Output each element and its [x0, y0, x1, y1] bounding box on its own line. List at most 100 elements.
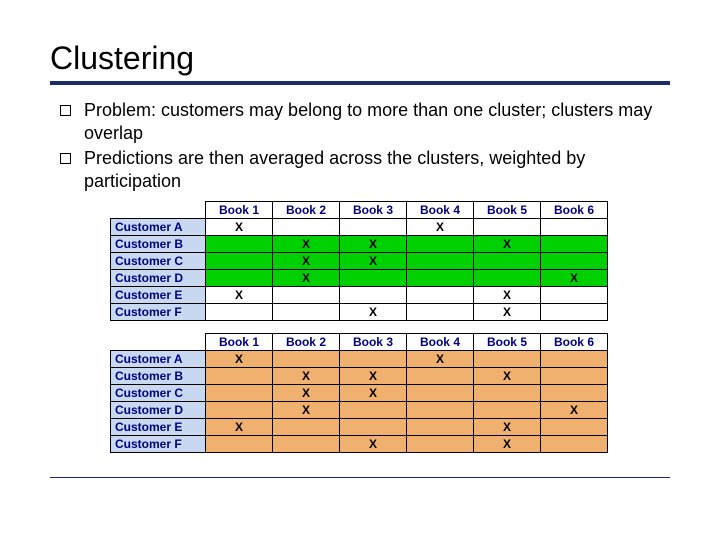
table-row: Customer A X X — [111, 219, 608, 236]
cell — [541, 287, 608, 304]
cell: X — [474, 304, 541, 321]
cell — [474, 270, 541, 287]
cell: X — [273, 368, 340, 385]
cell — [474, 402, 541, 419]
table-row: Customer D X X — [111, 402, 608, 419]
cell — [206, 253, 273, 270]
corner-blank — [111, 202, 206, 219]
cell — [541, 368, 608, 385]
bullet-item-2: Predictions are then averaged across the… — [50, 147, 670, 193]
cell — [541, 253, 608, 270]
col-head: Book 6 — [541, 334, 608, 351]
cell: X — [273, 385, 340, 402]
cell — [340, 287, 407, 304]
cell — [273, 219, 340, 236]
cell — [541, 304, 608, 321]
row-head: Customer D — [111, 402, 206, 419]
cell: X — [273, 402, 340, 419]
cell: X — [541, 270, 608, 287]
cell — [206, 304, 273, 321]
cell — [474, 219, 541, 236]
table-row: Customer A X X — [111, 351, 608, 368]
cluster-table-1: Book 1 Book 2 Book 3 Book 4 Book 5 Book … — [110, 201, 608, 321]
cell: X — [474, 419, 541, 436]
cell — [206, 385, 273, 402]
cell: X — [407, 219, 474, 236]
cell: X — [273, 253, 340, 270]
row-head: Customer E — [111, 287, 206, 304]
cell — [273, 287, 340, 304]
cell: X — [340, 385, 407, 402]
cell: X — [340, 436, 407, 453]
table-header-row: Book 1 Book 2 Book 3 Book 4 Book 5 Book … — [111, 202, 608, 219]
row-head: Customer F — [111, 304, 206, 321]
cell — [273, 419, 340, 436]
table-row: Customer B X X X — [111, 368, 608, 385]
cell: X — [273, 236, 340, 253]
col-head: Book 3 — [340, 334, 407, 351]
col-head: Book 1 — [206, 202, 273, 219]
cluster-table-2: Book 1 Book 2 Book 3 Book 4 Book 5 Book … — [110, 333, 608, 453]
col-head: Book 4 — [407, 202, 474, 219]
slide-title: Clustering — [50, 40, 670, 77]
cell — [541, 385, 608, 402]
cell — [474, 385, 541, 402]
cell — [407, 368, 474, 385]
cell — [407, 419, 474, 436]
cell — [407, 236, 474, 253]
row-head: Customer A — [111, 219, 206, 236]
cell — [407, 253, 474, 270]
table-row: Customer C X X — [111, 385, 608, 402]
row-head: Customer D — [111, 270, 206, 287]
cell: X — [340, 236, 407, 253]
cell: X — [206, 419, 273, 436]
col-head: Book 3 — [340, 202, 407, 219]
cell — [407, 287, 474, 304]
cell — [407, 304, 474, 321]
row-head: Customer C — [111, 253, 206, 270]
cell: X — [541, 402, 608, 419]
cell — [340, 219, 407, 236]
row-head: Customer F — [111, 436, 206, 453]
cell: X — [206, 287, 273, 304]
cell — [206, 368, 273, 385]
cell: X — [340, 368, 407, 385]
cell — [407, 385, 474, 402]
table-row: Customer D X X — [111, 270, 608, 287]
cell — [273, 436, 340, 453]
cell — [206, 436, 273, 453]
col-head: Book 5 — [474, 202, 541, 219]
corner-blank — [111, 334, 206, 351]
table-row: Customer B X X X — [111, 236, 608, 253]
table-header-row: Book 1 Book 2 Book 3 Book 4 Book 5 Book … — [111, 334, 608, 351]
cell — [340, 402, 407, 419]
cell: X — [407, 351, 474, 368]
cell — [407, 436, 474, 453]
cell: X — [474, 436, 541, 453]
cell — [273, 304, 340, 321]
row-head: Customer B — [111, 368, 206, 385]
cell: X — [340, 253, 407, 270]
cell: X — [206, 219, 273, 236]
table-row: Customer C X X — [111, 253, 608, 270]
row-head: Customer B — [111, 236, 206, 253]
cell — [273, 351, 340, 368]
cell: X — [273, 270, 340, 287]
cell — [407, 402, 474, 419]
cell: X — [474, 287, 541, 304]
cell — [541, 436, 608, 453]
cell — [340, 351, 407, 368]
cell — [541, 351, 608, 368]
cell — [206, 236, 273, 253]
col-head: Book 5 — [474, 334, 541, 351]
footer-rule — [50, 477, 670, 478]
col-head: Book 1 — [206, 334, 273, 351]
cell — [541, 219, 608, 236]
row-head: Customer C — [111, 385, 206, 402]
cell — [407, 270, 474, 287]
cell — [206, 270, 273, 287]
cell — [474, 351, 541, 368]
table-row: Customer E X X — [111, 419, 608, 436]
cell — [541, 236, 608, 253]
col-head: Book 2 — [273, 202, 340, 219]
